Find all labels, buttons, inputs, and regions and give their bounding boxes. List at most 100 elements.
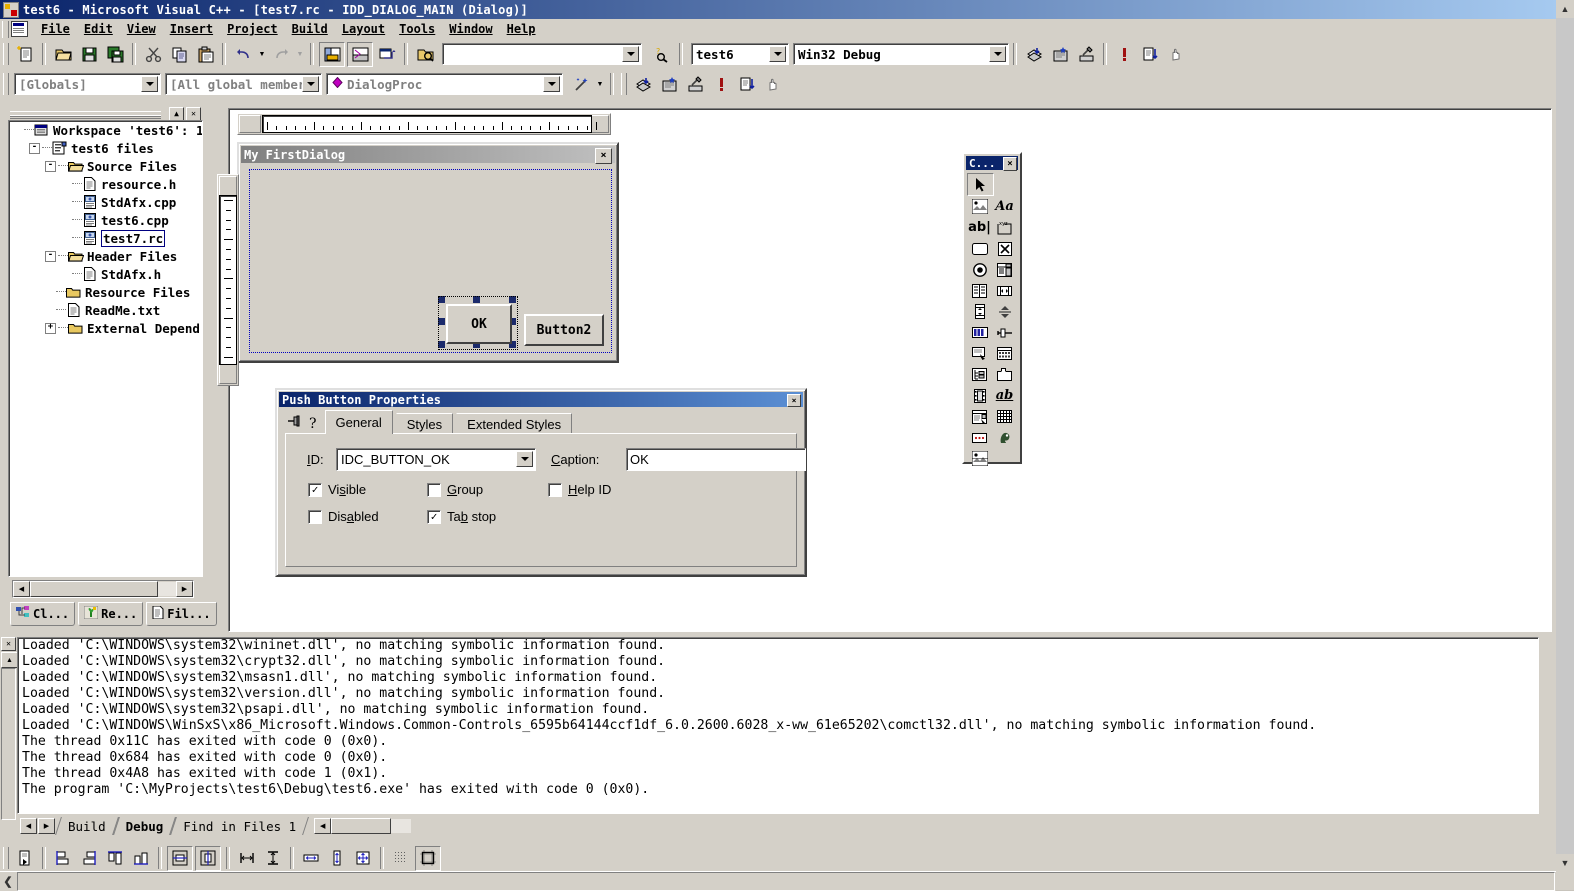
checkbox-group[interactable]: Group [427, 482, 483, 497]
output-tab-find-in-files[interactable]: Find in Files 1 [173, 817, 306, 835]
undo-icon[interactable] [231, 43, 255, 66]
checkbox-box[interactable] [427, 482, 441, 497]
chevron-down-icon[interactable] [769, 46, 786, 62]
tab-styles[interactable]: Styles [395, 413, 454, 434]
menu-item-insert[interactable]: Insert [163, 20, 220, 38]
spin-control-icon[interactable] [992, 301, 1017, 322]
status-left-arrow-icon[interactable]: ❮ [0, 873, 16, 890]
output-text-area[interactable]: Loaded 'C:\WINDOWS\system32\wininet.dll'… [17, 637, 1539, 814]
tree-item-test6-cpp[interactable]: test6.cpp [9, 211, 202, 229]
combo-box-icon[interactable] [992, 259, 1017, 280]
toolbar-grip[interactable] [3, 43, 9, 65]
tab-extended-styles[interactable]: Extended Styles [456, 413, 573, 434]
tree-item-header-files[interactable]: - Header Files [9, 247, 202, 265]
close-icon[interactable]: ✕ [186, 107, 201, 121]
toolbar-grip[interactable] [3, 73, 9, 95]
copy-icon[interactable] [167, 43, 191, 66]
function-combo[interactable]: DialogProc [326, 73, 563, 95]
checkbox-disabled[interactable]: Disabled [308, 509, 379, 524]
caption-input[interactable]: OK [626, 448, 806, 471]
tree-control-icon[interactable] [967, 364, 992, 385]
animate-control-icon[interactable] [967, 385, 992, 406]
menu-item-view[interactable]: View [120, 20, 163, 38]
toolbar-grip[interactable] [621, 73, 627, 95]
build-icon[interactable] [657, 73, 681, 96]
list-box-icon[interactable] [967, 280, 992, 301]
toggle-guides-icon[interactable] [415, 845, 441, 871]
output-hscroll-track[interactable] [331, 818, 392, 834]
hscroll-track[interactable] [158, 582, 176, 596]
scroll-up-button[interactable]: ▲ [1556, 0, 1574, 18]
scroll-down-button[interactable]: ▼ [1556, 854, 1574, 872]
chevron-down-icon[interactable] [302, 76, 319, 92]
members-combo[interactable]: [All global members] [165, 73, 322, 95]
toolbar-grip[interactable] [3, 847, 9, 869]
output-hscroll-left-button[interactable]: ◀ [314, 818, 332, 834]
go-icon[interactable] [1138, 43, 1162, 66]
config-combo[interactable]: Win32 Debug [793, 43, 1009, 65]
tab-scroll-right-button[interactable]: ▶ [38, 818, 55, 834]
question-mark-icon[interactable]: ? [309, 416, 317, 432]
cut-icon[interactable] [141, 43, 165, 66]
build-icon[interactable] [1048, 43, 1072, 66]
make-same-width-icon[interactable] [299, 847, 323, 870]
menu-drag-grip[interactable] [2, 20, 9, 38]
menu-item-tools[interactable]: Tools [392, 20, 442, 38]
dialog-preview-window[interactable]: My FirstDialog × OK Button2 [217, 142, 619, 386]
date-time-picker-icon[interactable] [967, 406, 992, 427]
tree-item-source-files[interactable]: - Source Files [9, 157, 202, 175]
document-menu-icon[interactable] [11, 21, 28, 37]
redo-icon[interactable] [269, 43, 293, 66]
id-combo[interactable]: IDC_BUTTON_OK [336, 448, 536, 471]
find-combo[interactable] [442, 43, 642, 65]
make-same-size-icon[interactable] [351, 847, 375, 870]
ip-address-icon[interactable] [967, 427, 992, 448]
static-text-icon[interactable]: Aa [992, 196, 1017, 217]
new-file-icon[interactable] [13, 43, 37, 66]
window-list-icon[interactable] [375, 43, 399, 66]
tab-general[interactable]: General [324, 410, 393, 434]
output-scroll-up-button[interactable]: ▲ [1, 652, 18, 668]
tree-item-resource-files[interactable]: Resource Files [9, 283, 202, 301]
menu-item-help[interactable]: Help [500, 20, 543, 38]
checkbox-box[interactable] [308, 509, 322, 524]
tree-item-resource-h[interactable]: resource.h [9, 175, 202, 193]
menu-item-build[interactable]: Build [285, 20, 335, 38]
align-right-icon[interactable] [77, 847, 101, 870]
dialog-title-bar[interactable]: My FirstDialog × [241, 146, 615, 164]
save-icon[interactable] [77, 43, 101, 66]
month-calendar-icon[interactable] [992, 406, 1017, 427]
checkbox-box[interactable]: ✓ [427, 509, 441, 524]
center-horizontal-icon[interactable] [167, 845, 193, 871]
space-down-icon[interactable] [261, 847, 285, 870]
checkbox-box[interactable]: ✓ [308, 482, 322, 497]
chevron-down-icon[interactable] [989, 46, 1006, 62]
window-right-scrollbar[interactable]: ▲ ▼ [1556, 0, 1574, 890]
progress-control-icon[interactable] [967, 322, 992, 343]
menu-item-file[interactable]: File [34, 20, 77, 38]
wizard-dropdown-icon[interactable]: ▼ [594, 73, 606, 96]
workspace-hscrollbar[interactable]: ◀ ▶ [12, 580, 194, 598]
workspace-grip[interactable] [10, 111, 161, 119]
project-combo[interactable]: test6 [691, 43, 789, 65]
output-window-icon[interactable] [347, 41, 373, 67]
close-icon[interactable]: × [595, 148, 612, 164]
find-help-icon[interactable]: ? [650, 43, 674, 66]
tree-item-workspace-test6-1-p[interactable]: Workspace 'test6': 1 p [9, 121, 202, 139]
workspace-tree[interactable]: Workspace 'test6': 1 p - test6 files - Sourc… [8, 120, 203, 577]
scroll-right-button[interactable]: ▶ [176, 581, 193, 597]
menu-item-project[interactable]: Project [220, 20, 285, 38]
align-top-icon[interactable] [103, 847, 127, 870]
menu-item-edit[interactable]: Edit [77, 20, 120, 38]
extended-combo-box-icon[interactable] [967, 448, 992, 469]
slider-control-icon[interactable] [992, 322, 1017, 343]
compile-icon[interactable] [631, 73, 655, 96]
restore-icon[interactable]: ▲ [169, 107, 184, 121]
checkbox-help-id[interactable]: Help ID [548, 482, 611, 497]
tree-item-stdafx-h[interactable]: StdAfx.h [9, 265, 202, 283]
group-box-icon[interactable]: xyz [992, 217, 1017, 238]
checkbox-box[interactable] [548, 482, 562, 497]
chevron-down-icon[interactable] [543, 76, 560, 92]
hand-icon[interactable] [1164, 43, 1188, 66]
radio-button-icon[interactable] [967, 259, 992, 280]
